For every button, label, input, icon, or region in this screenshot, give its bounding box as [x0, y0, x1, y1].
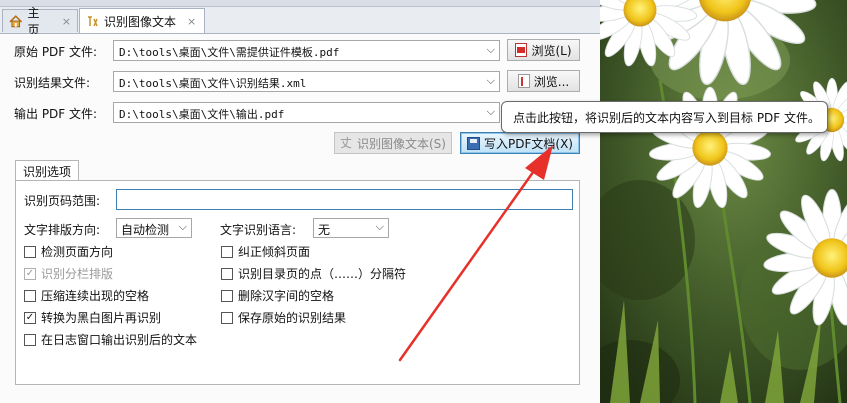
recognize-button[interactable]: 丈 识别图像文本(S) — [334, 132, 452, 154]
result-file-label: 识别结果文件: — [14, 76, 91, 90]
browse-pdf-button[interactable]: 浏览(L) — [507, 39, 580, 61]
page-range-label: 识别页码范围: — [24, 194, 101, 208]
tab-ocr[interactable]: 识别图像文本 × — [79, 8, 205, 33]
output-pdf-value: D:\tools\桌面\文件\输出.pdf — [119, 108, 285, 121]
tooltip-text: 点击此按钮，将识别后的文本内容写入到目标 PDF 文件。 — [513, 110, 821, 125]
tab-ocr-label: 识别图像文本 — [104, 14, 177, 29]
options-group-title: 识别选项 — [23, 164, 72, 179]
source-pdf-value: D:\tools\桌面\文件\需提供证件模板.pdf — [119, 46, 340, 59]
chevron-down-icon[interactable]: ⌵ — [179, 220, 187, 234]
tab-bar: 主页 × 识别图像文本 × — [0, 6, 600, 37]
ocr-language-label: 文字识别语言: — [220, 223, 297, 237]
chevron-down-icon[interactable]: ⌵ — [487, 43, 495, 57]
page-range-input[interactable] — [116, 189, 573, 210]
toolbar-strip — [0, 0, 600, 7]
source-pdf-label: 原始 PDF 文件: — [14, 45, 98, 59]
checkbox-label: 识别目录页的点（……）分隔符 — [238, 267, 407, 281]
tab-home-close-icon[interactable]: × — [62, 15, 71, 28]
text-direction-value: 自动检测 — [121, 223, 170, 237]
checkbox-box[interactable]: ✓ — [24, 311, 36, 324]
options-group-tab[interactable]: 识别选项 — [15, 160, 80, 181]
write-pdf-label: 写入PDF文档(X) — [484, 136, 573, 151]
chevron-down-icon[interactable]: ⌵ — [487, 74, 495, 88]
tab-home-label: 主页 — [27, 6, 40, 37]
ocr-panel: 原始 PDF 文件: D:\tools\桌面\文件\需提供证件模板.pdf ⌵ … — [0, 34, 600, 403]
remove-cjk-spaces-checkbox[interactable]: 删除汉字间的空格 — [221, 287, 334, 304]
checkbox-label: 保存原始的识别结果 — [238, 311, 347, 325]
browse-result-label: 浏览... — [533, 74, 570, 89]
save-icon — [467, 136, 481, 150]
browse-pdf-label: 浏览(L) — [531, 43, 572, 58]
compress-spaces-checkbox[interactable]: 压缩连续出现的空格 — [24, 287, 149, 304]
checkbox-box[interactable] — [221, 289, 233, 302]
write-pdf-button[interactable]: 写入PDF文档(X) — [460, 132, 580, 154]
chevron-down-icon[interactable]: ⌵ — [376, 220, 384, 234]
checkbox-label: 纠正倾斜页面 — [238, 245, 311, 259]
ocr-language-select[interactable]: 无 ⌵ — [313, 218, 389, 238]
checkbox-box[interactable] — [221, 245, 233, 258]
write-pdf-tooltip: 点击此按钮，将识别后的文本内容写入到目标 PDF 文件。 — [501, 101, 828, 133]
text-direction-select[interactable]: 自动检测 ⌵ — [116, 218, 192, 238]
checkbox-label: 压缩连续出现的空格 — [41, 289, 150, 303]
deskew-checkbox[interactable]: 纠正倾斜页面 — [221, 243, 310, 260]
checkbox-box[interactable] — [221, 267, 233, 280]
output-pdf-label: 输出 PDF 文件: — [14, 107, 98, 121]
log-output-text-checkbox[interactable]: 在日志窗口输出识别后的文本 — [24, 331, 197, 348]
browse-result-button[interactable]: 浏览... — [507, 70, 580, 92]
checkbox-box[interactable]: ✓ — [24, 267, 36, 280]
result-file-value: D:\tools\桌面\文件\识别结果.xml — [119, 77, 307, 90]
source-pdf-combobox[interactable]: D:\tools\桌面\文件\需提供证件模板.pdf ⌵ — [113, 40, 500, 61]
checkbox-label: 在日志窗口输出识别后的文本 — [41, 333, 198, 347]
ocr-language-value: 无 — [318, 223, 331, 237]
checkbox-label: 转换为黑白图片再识别 — [41, 311, 162, 325]
output-pdf-combobox[interactable]: D:\tools\桌面\文件\输出.pdf ⌵ — [113, 102, 500, 123]
ocr-document-icon — [88, 15, 98, 26]
daisy-background-photo — [600, 0, 847, 403]
ocr-icon: 丈 — [340, 135, 353, 150]
keep-raw-result-checkbox[interactable]: 保存原始的识别结果 — [221, 309, 346, 326]
detect-columns-checkbox[interactable]: ✓ 识别分栏排版 — [24, 265, 113, 282]
text-direction-label: 文字排版方向: — [24, 223, 101, 237]
app-window: 主页 × 识别图像文本 × 原始 PDF 文件: D:\tools\桌面\文件\… — [0, 0, 600, 403]
home-icon — [9, 14, 23, 27]
checkbox-box[interactable] — [24, 289, 36, 302]
document-icon — [517, 74, 530, 88]
checkbox-label: 识别分栏排版 — [41, 267, 114, 281]
binarize-checkbox[interactable]: ✓ 转换为黑白图片再识别 — [24, 309, 161, 326]
checkbox-box[interactable] — [24, 333, 36, 346]
checkbox-label: 检测页面方向 — [41, 245, 114, 259]
tab-home[interactable]: 主页 × — [2, 6, 78, 37]
tab-ocr-close-icon[interactable]: × — [187, 15, 196, 28]
detect-orientation-checkbox[interactable]: 检测页面方向 — [24, 243, 113, 260]
toc-dot-leader-checkbox[interactable]: 识别目录页的点（……）分隔符 — [221, 265, 406, 282]
checkbox-box[interactable] — [221, 311, 233, 324]
result-file-combobox[interactable]: D:\tools\桌面\文件\识别结果.xml ⌵ — [113, 71, 500, 92]
chevron-down-icon[interactable]: ⌵ — [487, 105, 495, 119]
checkbox-label: 删除汉字间的空格 — [238, 289, 335, 303]
options-group: 识别页码范围: 文字排版方向: 自动检测 ⌵ 文字识别语言: 无 ⌵ 检测页面方… — [15, 180, 580, 385]
checkbox-box[interactable] — [24, 245, 36, 258]
pdf-file-icon — [515, 43, 528, 57]
recognize-label: 识别图像文本(S) — [357, 136, 446, 151]
